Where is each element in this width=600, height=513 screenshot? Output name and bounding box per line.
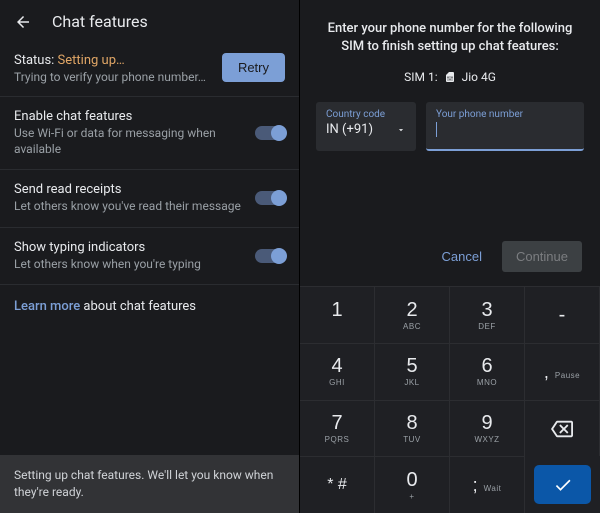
- key-4[interactable]: 4GHI: [300, 343, 375, 400]
- sim-label: SIM 1:: [404, 70, 438, 84]
- sim-carrier: Jio 4G: [462, 70, 496, 84]
- retry-button[interactable]: Retry: [222, 53, 285, 82]
- key-6[interactable]: 6MNO: [450, 343, 525, 400]
- setting-sub: Let others know you've read their messag…: [14, 199, 245, 215]
- phone-label: Your phone number: [436, 109, 574, 120]
- status-value: Setting up…: [58, 53, 125, 68]
- status-text: Status: Setting up… Trying to verify you…: [14, 53, 212, 84]
- toggle-read-receipts[interactable]: [255, 191, 285, 205]
- setting-title: Show typing indicators: [14, 240, 245, 255]
- snackbar: Setting up chat features. We'll let you …: [0, 455, 299, 513]
- setting-typing-indicators[interactable]: Show typing indicators Let others know w…: [0, 228, 299, 285]
- setting-sub: Use Wi-Fi or data for messaging when ava…: [14, 126, 245, 157]
- setting-sub: Let others know when you're typing: [14, 257, 245, 273]
- key-backspace[interactable]: [525, 400, 600, 457]
- page-title: Chat features: [52, 12, 148, 31]
- learn-more-row: Learn more about chat features: [0, 285, 299, 328]
- country-code-dropdown[interactable]: Country code IN (+91): [316, 102, 416, 151]
- back-arrow-icon[interactable]: [14, 13, 32, 31]
- country-value: IN (+91): [326, 122, 373, 137]
- key-7[interactable]: 7PQRS: [300, 400, 375, 457]
- status-row: Status: Setting up… Trying to verify you…: [0, 43, 299, 96]
- learn-more-rest: about chat features: [80, 299, 196, 314]
- key-2[interactable]: 2ABC: [375, 286, 450, 343]
- key-1[interactable]: 1: [300, 286, 375, 343]
- key-5[interactable]: 5JKL: [375, 343, 450, 400]
- toggle-enable-chat[interactable]: [255, 126, 285, 140]
- key-pause[interactable]: ,Pause: [525, 343, 600, 400]
- sim-row: SIM 1: Jio 4G: [300, 66, 600, 102]
- input-row: Country code IN (+91) Your phone number: [300, 102, 600, 151]
- chevron-down-icon: [396, 125, 406, 135]
- check-icon: [553, 475, 573, 495]
- backspace-icon: [551, 418, 573, 440]
- chat-features-pane: Chat features Status: Setting up… Trying…: [0, 0, 300, 513]
- toggle-typing-indicators[interactable]: [255, 249, 285, 263]
- phone-entry-pane: Enter your phone number for the followin…: [300, 0, 600, 513]
- status-label: Status:: [14, 53, 58, 68]
- key-9[interactable]: 9WXYZ: [450, 400, 525, 457]
- phone-number-field[interactable]: Your phone number: [426, 102, 584, 151]
- key-minus[interactable]: -: [525, 286, 600, 343]
- key-star-hash[interactable]: * #: [300, 456, 375, 513]
- setting-read-receipts[interactable]: Send read receipts Let others know you'v…: [0, 170, 299, 227]
- key-wait[interactable]: ;Wait: [450, 456, 525, 513]
- dialog-buttons: Cancel Continue: [300, 151, 600, 286]
- setting-title: Send read receipts: [14, 182, 245, 197]
- continue-button[interactable]: Continue: [502, 241, 582, 272]
- key-3[interactable]: 3DEF: [450, 286, 525, 343]
- text-cursor: [436, 122, 437, 137]
- cancel-button[interactable]: Cancel: [429, 241, 493, 272]
- setting-title: Enable chat features: [14, 109, 245, 124]
- key-0[interactable]: 0+: [375, 456, 450, 513]
- status-sub: Trying to verify your phone number…: [14, 70, 212, 84]
- header: Chat features: [0, 0, 299, 43]
- country-label: Country code: [326, 109, 406, 120]
- prompt-text: Enter your phone number for the followin…: [300, 0, 600, 66]
- learn-more-link[interactable]: Learn more: [14, 299, 80, 314]
- numeric-keypad: 1 2ABC 3DEF - 4GHI 5JKL 6MNO ,Pause 7PQR…: [300, 286, 600, 513]
- key-8[interactable]: 8TUV: [375, 400, 450, 457]
- setting-enable-chat[interactable]: Enable chat features Use Wi-Fi or data f…: [0, 97, 299, 169]
- key-done[interactable]: [534, 465, 591, 504]
- sim-card-icon: [444, 71, 456, 83]
